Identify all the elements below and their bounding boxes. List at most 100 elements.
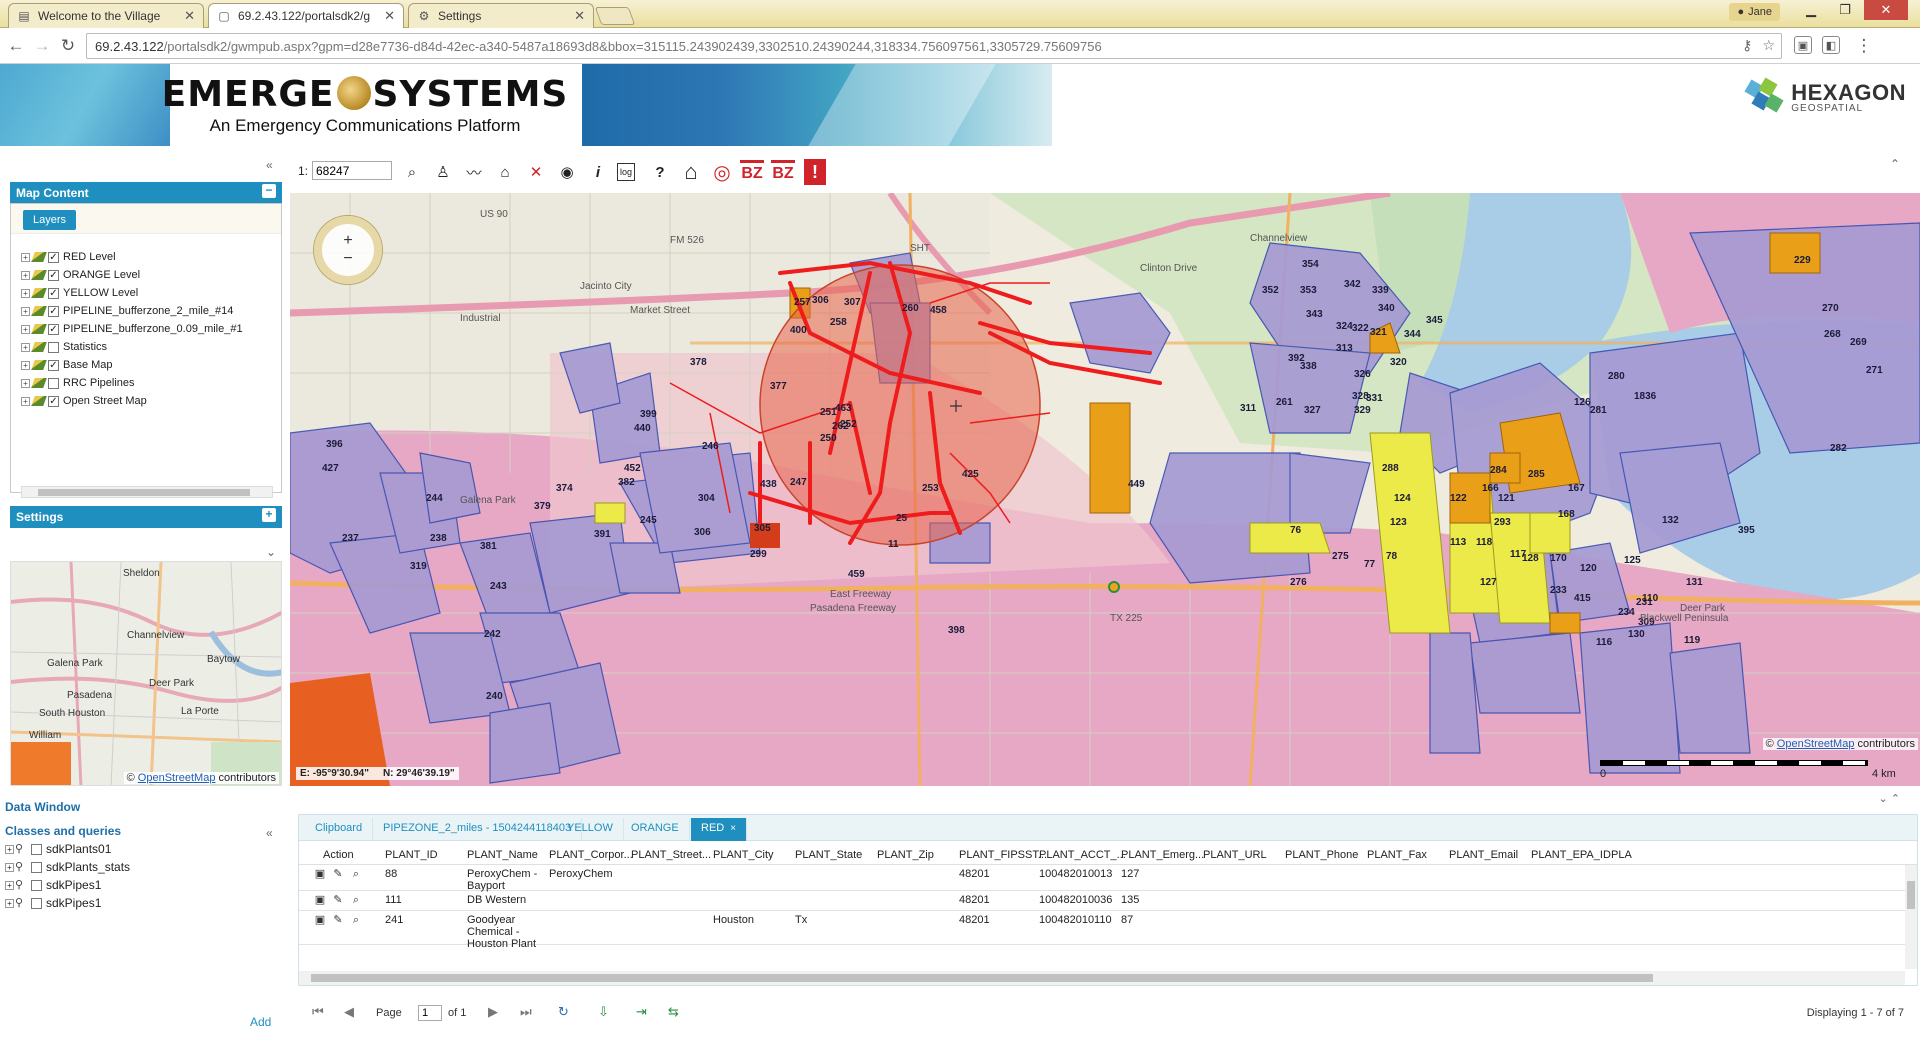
parcel-label[interactable]: 379 (534, 501, 551, 512)
parcel-label[interactable]: 131 (1686, 577, 1703, 588)
parcel-label[interactable]: 124 (1394, 493, 1411, 504)
parcel-label[interactable]: 284 (1490, 465, 1507, 476)
column-header[interactable]: PLANT_Zip (877, 849, 934, 861)
parcel-label[interactable]: 458 (930, 305, 947, 316)
expand-icon[interactable]: + (21, 396, 30, 406)
window-close-button[interactable]: ✕ (1864, 0, 1908, 20)
edit-record-icon[interactable]: ✎ (331, 914, 345, 927)
parcel-label[interactable]: 245 (640, 515, 657, 526)
column-header[interactable]: PLANT_Name (467, 849, 538, 861)
prev-page-icon[interactable]: ◀ (344, 1004, 354, 1020)
expand-icon[interactable]: + (5, 898, 14, 908)
class-checkbox[interactable] (31, 861, 42, 873)
open-record-icon[interactable]: ▣ (313, 914, 327, 927)
layer-row[interactable]: + ✓ ORANGE Level (21, 266, 279, 284)
edit-layer-icon[interactable] (31, 342, 47, 352)
browser-tab-welcome[interactable]: ▤ Welcome to the Village ✕ (8, 3, 204, 28)
parcel-label[interactable]: 167 (1568, 483, 1585, 494)
scrollbar-thumb[interactable] (38, 489, 250, 496)
layer-checkbox[interactable]: ✓ (48, 395, 59, 407)
parcel-label[interactable]: 425 (962, 469, 979, 480)
settings-header[interactable]: Settings + (10, 506, 282, 528)
home-icon[interactable]: ⌂ (679, 159, 703, 184)
parcel-label[interactable]: 269 (1850, 337, 1867, 348)
parcel-label[interactable]: 285 (1528, 469, 1545, 480)
expand-icon[interactable]: + (21, 252, 30, 262)
class-row[interactable]: + ⚲ sdkPipes1 (5, 894, 280, 912)
bell-icon[interactable]: ⌂ (493, 160, 517, 184)
parcel-label[interactable]: 271 (1866, 365, 1883, 376)
sync-icon[interactable]: ⇆ (668, 1004, 679, 1020)
column-header[interactable]: PLANT_ACCT_... (1039, 849, 1126, 861)
extension-icon[interactable]: ◧ (1822, 36, 1840, 54)
parcel-label[interactable]: 11 (888, 539, 899, 550)
next-page-icon[interactable]: ▶ (488, 1004, 498, 1020)
parcel-label[interactable]: 132 (1662, 515, 1679, 526)
parcel-label[interactable]: 260 (902, 303, 919, 314)
parcel-label[interactable]: 304 (698, 493, 715, 504)
edit-layer-icon[interactable] (31, 324, 47, 334)
parcel-label[interactable]: 326 (1354, 369, 1371, 380)
close-icon[interactable]: ✕ (184, 8, 195, 24)
expand-icon[interactable]: + (262, 508, 276, 522)
parcel-label[interactable]: 377 (770, 381, 787, 392)
parcel-label[interactable]: 258 (830, 317, 847, 328)
table-row[interactable]: ▣ ✎ ⌕ 111 DB Western 48201 100482010036 135 (299, 891, 1907, 911)
eye-icon[interactable]: ◉ (555, 160, 579, 184)
parcel-label[interactable]: 250 (820, 433, 837, 444)
layer-row[interactable]: + RRC Pipelines (21, 374, 279, 392)
table-row[interactable]: ▣ ✎ ⌕ 88 PeroxyChem - Bayport PeroxyChem 48201… (299, 865, 1907, 892)
parcel-label[interactable]: 321 (1370, 327, 1387, 338)
parcel-label[interactable]: 233 (1550, 585, 1567, 596)
parcel-label[interactable]: 459 (848, 569, 865, 580)
class-checkbox[interactable] (31, 879, 42, 891)
profile-button[interactable]: ● Jane (1729, 3, 1780, 21)
parcel-label[interactable]: 77 (1364, 559, 1375, 570)
navigation-wheel[interactable]: + − (314, 216, 382, 284)
alert-icon[interactable]: ! (804, 159, 826, 185)
extension-icon[interactable]: ▣ (1794, 36, 1812, 54)
class-checkbox[interactable] (31, 843, 42, 855)
parcel-label[interactable]: 268 (1824, 329, 1841, 340)
grid-tab[interactable]: RED × (691, 818, 748, 841)
layer-row[interactable]: + Statistics (21, 338, 279, 356)
parcel-label[interactable]: 25 (896, 513, 907, 524)
parcel-label[interactable]: 126 (1574, 397, 1591, 408)
class-checkbox[interactable] (31, 897, 42, 909)
parcel-label[interactable]: 305 (754, 523, 771, 534)
edit-layer-icon[interactable] (31, 360, 47, 370)
parcel-label[interactable]: 130 (1628, 629, 1645, 640)
expand-icon[interactable]: + (21, 324, 30, 334)
restore-button[interactable]: ❐ (1830, 0, 1860, 20)
remove-icon[interactable]: ✕ (524, 160, 548, 184)
parcel-label[interactable]: 288 (1382, 463, 1399, 474)
parcel-label[interactable]: 247 (790, 477, 807, 488)
scale-input[interactable] (312, 161, 392, 180)
osm-link[interactable]: OpenStreetMap (138, 772, 216, 784)
parcel-label[interactable]: 382 (618, 477, 635, 488)
column-header[interactable]: PLANT_Fax (1367, 849, 1427, 861)
parcel-label[interactable]: 398 (948, 625, 965, 636)
parcel-label[interactable]: 246 (702, 441, 719, 452)
parcel-label[interactable]: 306 (812, 295, 829, 306)
parcel-label[interactable]: 331 (1366, 393, 1383, 404)
class-row[interactable]: + ⚲ sdkPipes1 (5, 876, 280, 894)
layer-row[interactable]: + ✓ PIPELINE_bufferzone_0.09_mile_#1 (21, 320, 279, 338)
browser-tab-portal[interactable]: ▢ 69.2.43.122/portalsdk2/g ✕ (208, 3, 404, 28)
parcel-label[interactable]: 306 (694, 527, 711, 538)
grid-tab[interactable]: ORANGE (621, 818, 690, 841)
forward-button[interactable]: → (30, 34, 54, 58)
parcel-label[interactable]: 282 (1830, 443, 1847, 454)
parcel-label[interactable]: 329 (1354, 405, 1371, 416)
column-header[interactable]: PLANT_Street... (631, 849, 711, 861)
bz-icon[interactable]: BZ (771, 160, 795, 184)
layer-row[interactable]: + ✓ Open Street Map (21, 392, 279, 410)
parcel-label[interactable]: 449 (1128, 479, 1145, 490)
expand-icon[interactable]: + (21, 270, 30, 280)
parcel-label[interactable]: 324 (1336, 321, 1353, 332)
parcel-label[interactable]: 392 (1288, 353, 1305, 364)
parcel-label[interactable]: 311 (1240, 403, 1256, 414)
parcel-label[interactable]: 252 (840, 419, 857, 430)
location-pin-icon[interactable] (1108, 581, 1120, 593)
expand-icon[interactable]: + (21, 342, 30, 352)
